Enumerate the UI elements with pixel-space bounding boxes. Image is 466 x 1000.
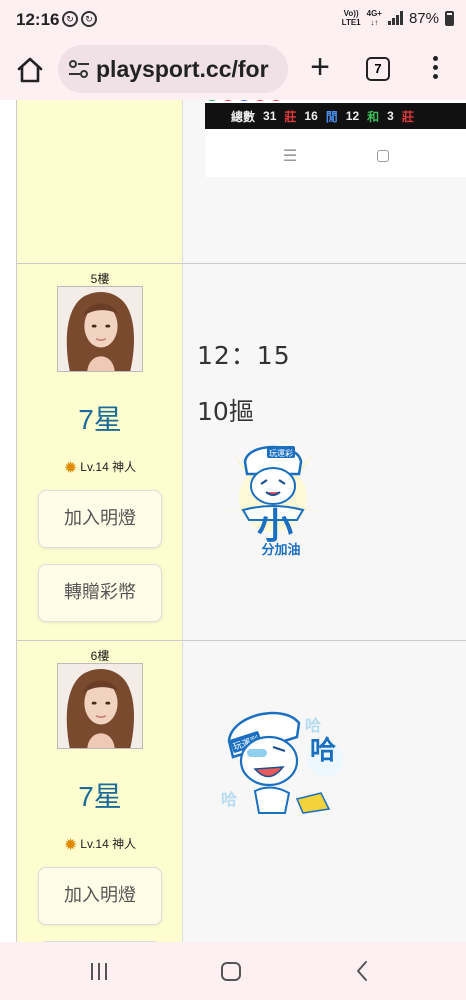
post-user-column: 6樓 7星 ✹ Lv.14 神人 加入明燈 bbox=[17, 641, 183, 942]
user-rank: 7星 bbox=[78, 781, 122, 812]
home-button[interactable] bbox=[221, 962, 241, 981]
sticker-image: 玩運彩 小 分加油 bbox=[217, 445, 329, 558]
stat-banker-value: 16 bbox=[304, 109, 318, 123]
forum-post: 5樓 7星 ✹ Lv.14 神人 加入明燈 轉贈彩幣 12：15 10摳 玩運彩… bbox=[16, 263, 466, 640]
signal-icon bbox=[387, 11, 403, 25]
add-light-button[interactable]: 加入明燈 bbox=[38, 490, 162, 548]
forum-post: 總數 31 莊 16 閒 12 和 3 莊 ☰ bbox=[16, 100, 466, 263]
embedded-road-chart: 總數 31 莊 16 閒 12 和 3 莊 ☰ bbox=[205, 100, 466, 177]
stat-banker-label: 莊 bbox=[284, 109, 297, 124]
browser-toolbar: playsport.cc/for + 7 bbox=[0, 40, 466, 100]
sun-icon: ✹ bbox=[63, 837, 78, 854]
notification-icons: ↻ ↻ bbox=[62, 11, 97, 27]
post-user-column: 5樓 7星 ✹ Lv.14 神人 加入明燈 轉贈彩幣 bbox=[17, 264, 183, 640]
sticker-small-text: 哈 bbox=[221, 790, 237, 809]
status-time: 12:16 bbox=[16, 10, 60, 29]
stat-total-value: 31 bbox=[263, 109, 277, 123]
battery-percent: 87% bbox=[408, 9, 439, 27]
post-text-line: 10摳 bbox=[197, 397, 254, 426]
site-settings-icon[interactable] bbox=[68, 59, 90, 79]
menu-lines-icon: ☰ bbox=[282, 148, 298, 165]
user-level: ✹ Lv.14 神人 bbox=[63, 460, 137, 477]
user-level: ✹ Lv.14 神人 bbox=[63, 837, 137, 854]
status-bar: 12:16 ↻ ↻ Vo)) LTE1 4G+ ↓↑ 87% bbox=[0, 0, 466, 40]
road-dots bbox=[205, 100, 283, 101]
sun-icon: ✹ bbox=[63, 460, 78, 477]
road-stats-row: 總數 31 莊 16 閒 12 和 3 莊 bbox=[205, 103, 466, 129]
new-tab-button[interactable]: + bbox=[303, 50, 337, 86]
stat-tie-value: 3 bbox=[387, 109, 394, 123]
back-button[interactable] bbox=[355, 959, 369, 983]
system-nav-bar bbox=[0, 942, 466, 1000]
sticker-caption-text: 分加油 bbox=[261, 542, 300, 558]
user-avatar[interactable] bbox=[57, 663, 143, 749]
post-user-column bbox=[17, 100, 183, 263]
floor-number: 5樓 bbox=[90, 272, 110, 286]
forum-post: 6樓 7星 ✹ Lv.14 神人 加入明燈 玩運彩 哈 哈 哈 bbox=[16, 640, 466, 942]
post-body: 12：15 10摳 玩運彩 小 分加油 bbox=[183, 264, 466, 640]
status-right: Vo)) LTE1 4G+ ↓↑ 87% bbox=[342, 9, 454, 27]
post-text-line: 12：15 bbox=[197, 341, 291, 370]
stat-extra-label: 莊 bbox=[401, 109, 414, 124]
browser-menu-button[interactable] bbox=[431, 56, 439, 84]
tab-switcher-button[interactable]: 7 bbox=[366, 57, 390, 81]
user-avatar[interactable] bbox=[57, 286, 143, 372]
post-body: 玩運彩 哈 哈 哈 bbox=[183, 641, 466, 942]
home-icon[interactable] bbox=[14, 54, 46, 86]
square-icon bbox=[377, 150, 390, 162]
floor-number: 6樓 bbox=[90, 649, 110, 663]
forum-content: 總數 31 莊 16 閒 12 和 3 莊 ☰ 5樓 7星 ✹ Lv.14 神人… bbox=[0, 100, 466, 942]
volte-indicator: Vo)) LTE1 bbox=[341, 9, 361, 27]
embedded-nav-bar: ☰ bbox=[205, 135, 466, 177]
stat-player-value: 12 bbox=[345, 109, 360, 123]
recents-button[interactable] bbox=[91, 963, 107, 980]
user-rank: 7星 bbox=[78, 404, 122, 435]
sync-icon: ↻ bbox=[81, 11, 97, 27]
network-type-indicator: 4G+ ↓↑ bbox=[366, 9, 382, 27]
sticker-image: 玩運彩 哈 哈 哈 bbox=[221, 711, 343, 814]
stat-total-label: 總數 bbox=[231, 109, 256, 124]
gift-coins-button[interactable]: 轉贈彩幣 bbox=[38, 564, 162, 622]
url-text: playsport.cc/for bbox=[96, 56, 269, 82]
sticker-big-text: 哈 bbox=[310, 736, 336, 766]
sticker-cap-text: 玩運彩 bbox=[269, 448, 293, 458]
stat-player-label: 閒 bbox=[325, 109, 338, 124]
battery-icon bbox=[445, 10, 454, 26]
add-light-button[interactable]: 加入明燈 bbox=[38, 867, 162, 925]
post-body: 總數 31 莊 16 閒 12 和 3 莊 ☰ bbox=[183, 100, 466, 263]
address-bar[interactable]: playsport.cc/for bbox=[58, 45, 288, 93]
stat-tie-label: 和 bbox=[367, 109, 380, 124]
sticker-big-text: 小 bbox=[257, 506, 293, 547]
sticker-small-text: 哈 bbox=[305, 716, 321, 735]
sync-icon: ↻ bbox=[62, 11, 78, 27]
